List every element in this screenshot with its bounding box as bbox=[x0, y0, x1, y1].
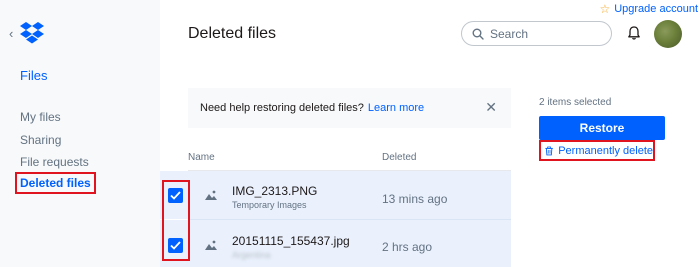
help-banner: Need help restoring deleted files? Learn… bbox=[188, 88, 511, 128]
close-icon[interactable]: ✕ bbox=[485, 100, 497, 114]
page-title: Deleted files bbox=[188, 25, 277, 42]
bell-icon[interactable] bbox=[626, 25, 642, 41]
file-name[interactable]: 20151115_155437.jpg bbox=[232, 234, 350, 248]
file-name[interactable]: IMG_2313.PNG bbox=[232, 184, 317, 198]
star-icon: ☆ bbox=[599, 2, 611, 16]
permanently-delete-button[interactable]: Permanently delete bbox=[539, 140, 655, 161]
dropbox-logo[interactable] bbox=[20, 22, 44, 44]
sidebar-section-title[interactable]: Files bbox=[20, 68, 47, 83]
sidebar-item-my-files[interactable]: My files bbox=[20, 110, 61, 124]
deleted-time: 13 mins ago bbox=[382, 192, 448, 206]
column-header-deleted[interactable]: Deleted bbox=[382, 152, 416, 163]
upgrade-label: Upgrade account bbox=[614, 3, 698, 15]
file-location[interactable]: Temporary Images bbox=[232, 200, 307, 210]
search-box[interactable] bbox=[461, 21, 612, 46]
checkbox-highlight bbox=[162, 180, 190, 261]
column-header-name[interactable]: Name bbox=[188, 152, 215, 163]
image-file-icon bbox=[205, 240, 217, 250]
sidebar-item-file-requests[interactable]: File requests bbox=[20, 155, 89, 169]
sidebar-item-sharing[interactable]: Sharing bbox=[20, 133, 61, 147]
trash-icon bbox=[545, 146, 553, 155]
restore-button[interactable]: Restore bbox=[539, 116, 665, 140]
deleted-time: 2 hrs ago bbox=[382, 240, 433, 254]
upgrade-account-link[interactable]: ☆ Upgrade account bbox=[599, 2, 698, 16]
file-location[interactable]: Argentina bbox=[232, 250, 271, 260]
image-file-icon bbox=[205, 190, 217, 200]
selected-count: 2 items selected bbox=[539, 97, 612, 108]
sidebar-item-deleted-files[interactable]: Deleted files bbox=[15, 172, 96, 194]
banner-text: Need help restoring deleted files? bbox=[200, 102, 364, 114]
search-icon bbox=[472, 28, 484, 40]
learn-more-link[interactable]: Learn more bbox=[368, 102, 424, 114]
sidebar: ‹ Files My files Sharing File requests D… bbox=[0, 0, 160, 267]
search-input[interactable] bbox=[490, 26, 600, 41]
permanently-delete-label: Permanently delete bbox=[558, 144, 653, 157]
chevron-left-icon[interactable]: ‹ bbox=[9, 27, 13, 40]
avatar[interactable] bbox=[654, 20, 682, 48]
